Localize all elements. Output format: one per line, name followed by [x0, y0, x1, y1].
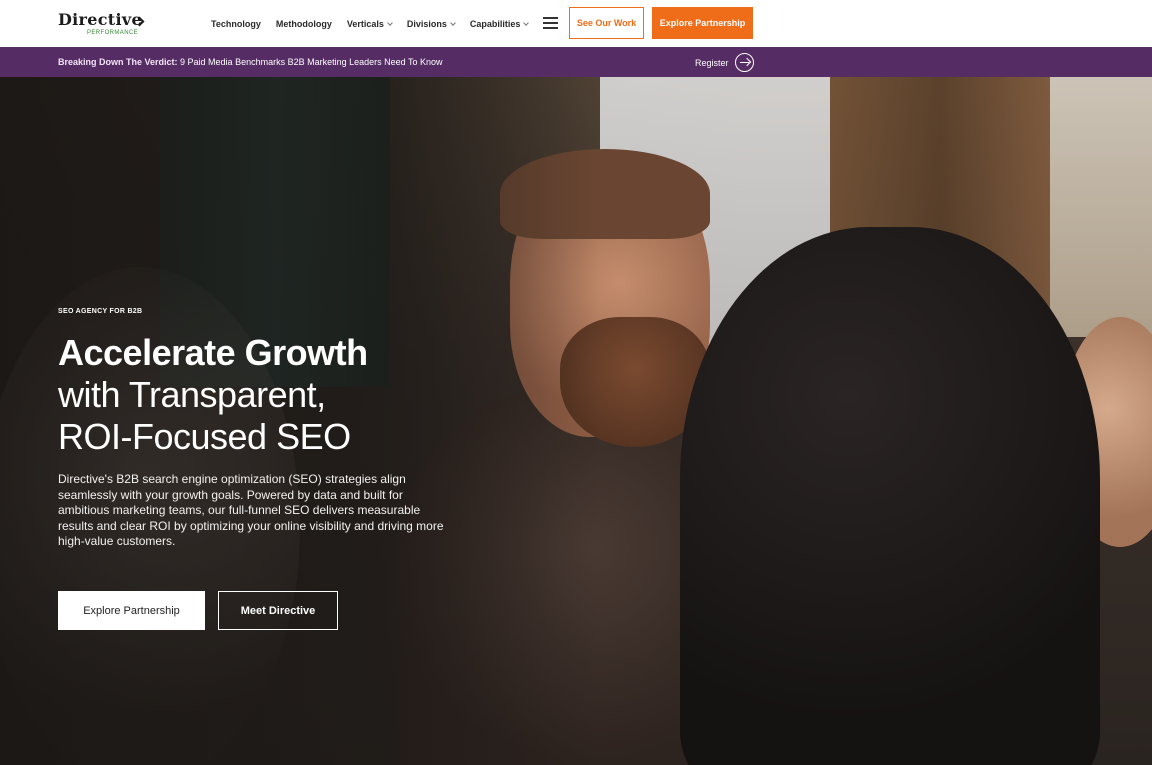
register-label: Register — [695, 57, 729, 68]
nav-capabilities[interactable]: Capabilities — [469, 19, 530, 29]
explore-partnership-button[interactable]: Explore Partnership — [652, 7, 753, 39]
chevron-down-icon — [387, 19, 393, 26]
main-nav: Technology Methodology Verticals Divisio… — [211, 17, 543, 31]
nav-label: Capabilities — [469, 19, 521, 29]
banner-bold-text: Breaking Down The Verdict: — [58, 57, 178, 67]
hero-eyebrow: SEO AGENCY FOR B2B — [58, 308, 143, 315]
nav-label: Divisions — [406, 19, 447, 29]
banner-link[interactable]: Breaking Down The Verdict: 9 Paid Media … — [58, 57, 443, 67]
hero-section: SEO AGENCY FOR B2B Accelerate Growth wit… — [0, 77, 1152, 765]
nav-technology[interactable]: Technology — [211, 19, 261, 29]
hamburger-icon[interactable] — [543, 17, 558, 29]
chevron-down-icon — [450, 19, 456, 26]
register-link[interactable]: Register — [695, 53, 754, 72]
hero-description: Directive's B2B search engine optimizati… — [58, 472, 444, 548]
directive-logo[interactable]: Directive PERFORMANCE — [58, 10, 148, 40]
arrow-right-circle-icon — [734, 53, 754, 72]
chevron-down-icon — [523, 19, 530, 26]
logo-subtext: PERFORMANCE — [87, 30, 139, 36]
headline-line-2: with Transparent, — [58, 374, 326, 415]
nav-label: Methodology — [275, 19, 332, 29]
headline-line-1: Accelerate Growth — [58, 332, 368, 373]
nav-divisions[interactable]: Divisions — [406, 19, 456, 29]
headline-line-3: ROI-Focused SEO — [58, 416, 351, 457]
meet-directive-button[interactable]: Meet Directive — [218, 591, 338, 630]
hero-headline: Accelerate Growth with Transparent, ROI-… — [58, 332, 478, 458]
hero-explore-partnership-button[interactable]: Explore Partnership — [58, 591, 205, 630]
see-our-work-button[interactable]: See Our Work — [569, 7, 644, 39]
nav-verticals[interactable]: Verticals — [346, 19, 393, 29]
logo-wordmark: Directive — [58, 10, 142, 29]
site-header: Directive PERFORMANCE Technology Methodo… — [0, 0, 1152, 47]
announcement-banner: Breaking Down The Verdict: 9 Paid Media … — [0, 47, 1152, 77]
banner-text: 9 Paid Media Benchmarks B2B Marketing Le… — [177, 57, 443, 67]
nav-label: Verticals — [346, 19, 384, 29]
nav-label: Technology — [211, 19, 261, 29]
nav-methodology[interactable]: Methodology — [276, 19, 332, 29]
